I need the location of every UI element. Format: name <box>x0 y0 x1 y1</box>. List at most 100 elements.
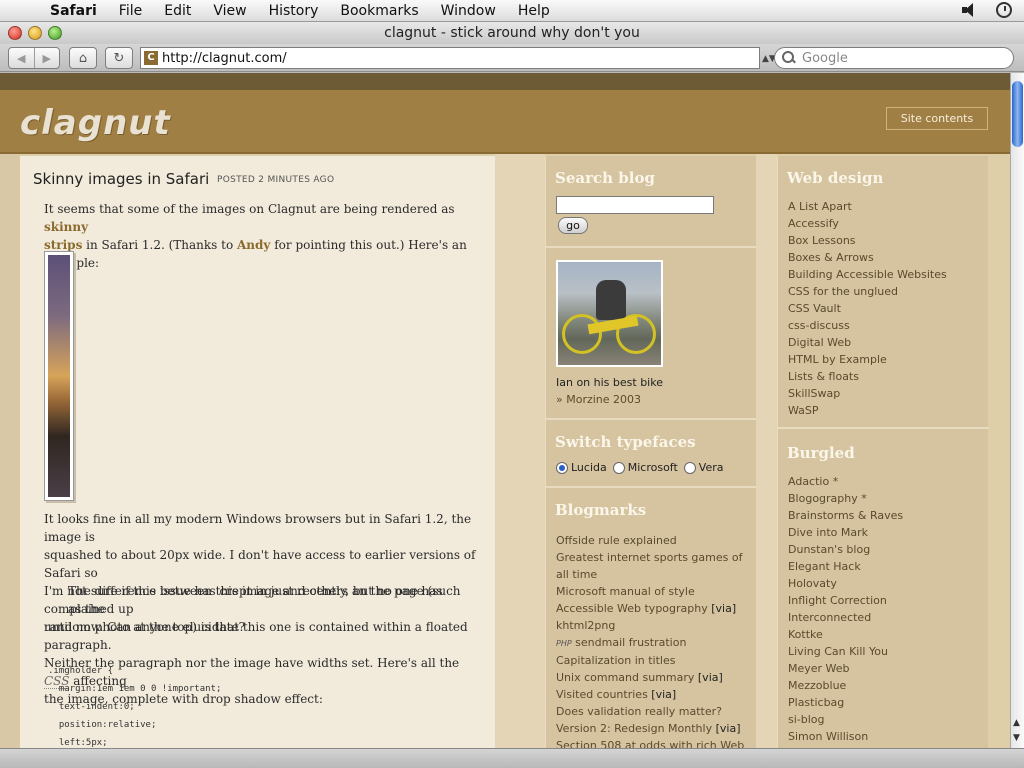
blogmark-link[interactable]: Section 508 at odds with rich Web <box>556 739 744 748</box>
menu-history[interactable]: History <box>269 3 319 19</box>
bike-photo[interactable] <box>556 260 663 367</box>
menu-window[interactable]: Window <box>441 3 496 19</box>
burgled-link[interactable]: Holovaty <box>788 575 903 592</box>
burgled-link[interactable]: Elegant Hack <box>788 558 903 575</box>
google-search-input[interactable] <box>802 50 1002 66</box>
via-link[interactable]: [via] <box>698 671 723 684</box>
scroll-up-arrow-icon[interactable]: ▲ <box>1013 718 1020 728</box>
typeface-option-microsoft[interactable]: Microsoft <box>612 461 678 474</box>
go-button[interactable]: go <box>558 217 588 234</box>
radio-selected-icon[interactable] <box>556 462 568 474</box>
url-input[interactable] <box>162 50 752 66</box>
burgled-link[interactable]: Interconnected <box>788 609 903 626</box>
blogmark-item[interactable]: Accessible Web typography [via] <box>556 600 751 617</box>
web-design-link[interactable]: Lists & floats <box>788 368 947 385</box>
blogmark-link[interactable]: Does validation really matter? <box>556 705 722 718</box>
via-link[interactable]: [via] <box>716 722 741 735</box>
clock-icon[interactable] <box>996 2 1012 18</box>
web-design-link[interactable]: CSS for the unglued <box>788 283 947 300</box>
scroll-down-arrow-icon[interactable]: ▼ <box>1013 733 1020 743</box>
blogmark-item[interactable]: Offside rule explained <box>556 532 751 549</box>
skinny-strips-link-cont[interactable]: strips <box>44 238 82 252</box>
web-design-link[interactable]: Boxes & Arrows <box>788 249 947 266</box>
typeface-option-vera[interactable]: Vera <box>683 461 724 474</box>
blogmark-item[interactable]: Microsoft manual of style <box>556 583 751 600</box>
web-design-link[interactable]: HTML by Example <box>788 351 947 368</box>
radio-icon[interactable] <box>683 462 696 474</box>
blogmark-link[interactable]: Unix command summary <box>556 671 698 684</box>
menu-file[interactable]: File <box>119 3 142 19</box>
web-design-link[interactable]: Accessify <box>788 215 947 232</box>
burgled-link[interactable]: si-blog <box>788 711 903 728</box>
blogmark-link[interactable]: all time <box>556 568 597 581</box>
via-link[interactable]: [via] <box>651 688 676 701</box>
skinny-strips-link[interactable]: skinny <box>44 220 88 234</box>
burgled-link[interactable]: Meyer Web <box>788 660 903 677</box>
web-design-link[interactable]: Digital Web <box>788 334 947 351</box>
address-bar[interactable]: C <box>140 47 760 69</box>
andy-link[interactable]: Andy <box>237 238 270 252</box>
burgled-link[interactable]: Kottke <box>788 626 903 643</box>
blogmark-link[interactable]: khtml2png <box>556 619 615 632</box>
site-logo[interactable]: clagnut <box>20 103 171 143</box>
close-window-button[interactable] <box>8 26 22 40</box>
radio-icon[interactable] <box>612 462 625 474</box>
burgled-link[interactable]: Plasticbag <box>788 694 903 711</box>
web-design-link[interactable]: Building Accessible Websites <box>788 266 947 283</box>
burgled-link[interactable]: Adactio * <box>788 473 903 490</box>
burgled-link[interactable]: Inflight Correction <box>788 592 903 609</box>
web-design-link[interactable]: Box Lessons <box>788 232 947 249</box>
blogmark-item[interactable]: Visited countries [via] <box>556 686 751 703</box>
typeface-option-lucida[interactable]: Lucida <box>556 461 607 474</box>
blogmark-item[interactable]: Capitalization in titles <box>556 652 751 669</box>
web-design-link[interactable]: WaSP <box>788 402 947 419</box>
web-design-link[interactable]: CSS Vault <box>788 300 947 317</box>
menu-bookmarks[interactable]: Bookmarks <box>340 3 418 19</box>
blogmark-link[interactable]: Accessible Web typography <box>556 602 711 615</box>
blogmark-item[interactable]: Greatest internet sports games of <box>556 549 751 566</box>
blogmark-item[interactable]: Section 508 at odds with rich Web <box>556 737 751 748</box>
vertical-scrollbar[interactable]: ▲ ▼ <box>1010 73 1024 748</box>
blogmark-item[interactable]: PHP sendmail frustration <box>556 634 751 652</box>
menu-view[interactable]: View <box>213 3 246 19</box>
blogmark-link[interactable]: Microsoft manual of style <box>556 585 695 598</box>
via-link[interactable]: [via] <box>711 602 736 615</box>
morzine-link[interactable]: Morzine 2003 <box>566 393 641 406</box>
burgled-link[interactable]: Blogography * <box>788 490 903 507</box>
blogmark-item[interactable]: Version 2: Redesign Monthly [via] <box>556 720 751 737</box>
blogmark-link[interactable]: Capitalization in titles <box>556 654 675 667</box>
blogmark-item[interactable]: Unix command summary [via] <box>556 669 751 686</box>
home-button[interactable]: ⌂ <box>69 47 97 69</box>
web-design-link[interactable]: css-discuss <box>788 317 947 334</box>
blogmark-link[interactable]: Visited countries <box>556 688 651 701</box>
menu-edit[interactable]: Edit <box>164 3 191 19</box>
blogmark-item[interactable]: all time <box>556 566 751 583</box>
web-design-link[interactable]: SkillSwap <box>788 385 947 402</box>
burgled-link[interactable]: Living Can Kill You <box>788 643 903 660</box>
site-contents-button[interactable]: Site contents <box>886 107 988 130</box>
blogmark-item[interactable]: Does validation really matter? <box>556 703 751 720</box>
burgled-link[interactable]: Mezzoblue <box>788 677 903 694</box>
blogmark-item[interactable]: khtml2png <box>556 617 751 634</box>
scrollbar-thumb[interactable] <box>1012 81 1023 147</box>
back-arrow-icon[interactable]: ◀ <box>9 48 35 68</box>
minimize-window-button[interactable] <box>28 26 42 40</box>
blogmark-link[interactable]: Greatest internet sports games of <box>556 551 742 564</box>
search-field[interactable] <box>774 47 1014 69</box>
web-design-link[interactable]: A List Apart <box>788 198 947 215</box>
blogmark-link[interactable]: Offside rule explained <box>556 534 677 547</box>
apple-menu-icon[interactable] <box>16 1 36 21</box>
blogmark-link[interactable]: Version 2: Redesign Monthly <box>556 722 716 735</box>
menu-app-safari[interactable]: Safari <box>50 3 97 19</box>
burgled-link[interactable]: Dunstan's blog <box>788 541 903 558</box>
zoom-window-button[interactable] <box>48 26 62 40</box>
menu-help[interactable]: Help <box>518 3 550 19</box>
burgled-link[interactable]: Brainstorms & Raves <box>788 507 903 524</box>
burgled-link[interactable]: Simon Willison <box>788 728 903 745</box>
forward-arrow-icon[interactable]: ▶ <box>35 48 60 68</box>
volume-icon[interactable] <box>960 2 976 18</box>
burgled-link[interactable]: Dive into Mark <box>788 524 903 541</box>
blog-search-input[interactable] <box>556 196 714 214</box>
blogmark-link[interactable]: sendmail frustration <box>575 636 686 649</box>
reload-button[interactable]: ↻ <box>105 47 133 69</box>
